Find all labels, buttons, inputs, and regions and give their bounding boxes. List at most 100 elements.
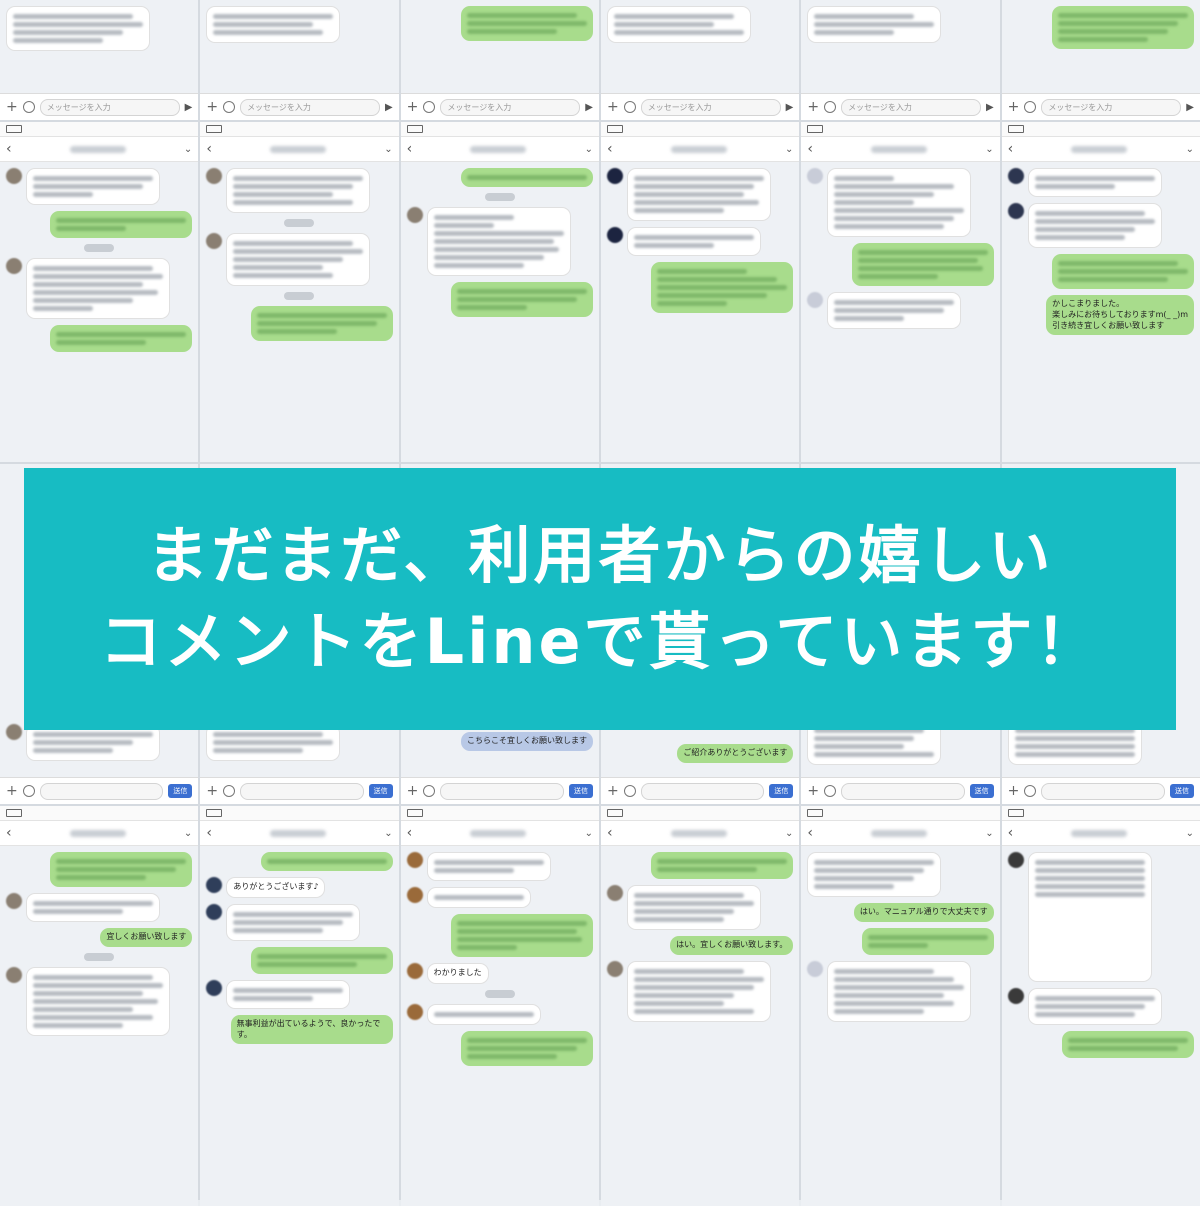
camera-icon[interactable] bbox=[1024, 101, 1037, 113]
camera-icon[interactable] bbox=[22, 101, 35, 113]
plus-icon[interactable]: + bbox=[1008, 100, 1020, 114]
chat-header: ‹ ⌄ bbox=[200, 137, 399, 162]
plus-icon[interactable]: + bbox=[607, 100, 619, 114]
status-bar bbox=[200, 806, 399, 821]
message-input[interactable] bbox=[39, 782, 164, 800]
chevron-down-icon[interactable]: ⌄ bbox=[184, 144, 192, 155]
emoji-icon[interactable] bbox=[623, 785, 636, 797]
camera-icon[interactable] bbox=[223, 101, 236, 113]
send-button[interactable]: 送信 bbox=[368, 784, 393, 798]
message-bubble-blurred bbox=[626, 960, 771, 1022]
chevron-down-icon[interactable]: ⌄ bbox=[985, 828, 993, 839]
emoji-icon[interactable] bbox=[22, 785, 35, 797]
plus-icon[interactable]: + bbox=[807, 100, 819, 114]
camera-icon[interactable] bbox=[824, 101, 837, 113]
chevron-down-icon[interactable]: ⌄ bbox=[785, 144, 793, 155]
chevron-left-icon[interactable]: ‹ bbox=[1008, 826, 1014, 840]
chevron-left-icon[interactable]: ‹ bbox=[807, 142, 813, 156]
message-outgoing bbox=[6, 325, 193, 352]
send-button[interactable]: 送信 bbox=[1169, 784, 1194, 798]
message-input[interactable] bbox=[240, 782, 364, 800]
message-input[interactable]: メッセージを入力 bbox=[841, 98, 981, 116]
message-input[interactable]: メッセージを入力 bbox=[240, 98, 380, 116]
chevron-down-icon[interactable]: ⌄ bbox=[1186, 828, 1194, 839]
chat-screenshot: + メッセージを入力 ▶ bbox=[1001, 0, 1200, 120]
send-button[interactable]: 送信 bbox=[568, 784, 593, 798]
camera-icon[interactable] bbox=[623, 101, 636, 113]
date-divider bbox=[84, 952, 115, 961]
chevron-left-icon[interactable]: ‹ bbox=[206, 142, 212, 156]
chevron-down-icon[interactable]: ⌄ bbox=[1186, 144, 1194, 155]
chevron-down-icon[interactable]: ⌄ bbox=[585, 144, 593, 155]
contact-name-blurred bbox=[270, 145, 327, 153]
battery-icon bbox=[1007, 125, 1024, 133]
message-input[interactable] bbox=[640, 782, 765, 800]
plus-icon[interactable]: + bbox=[607, 784, 619, 798]
send-icon[interactable]: ▶ bbox=[185, 102, 193, 113]
chevron-left-icon[interactable]: ‹ bbox=[807, 826, 813, 840]
message-bubble-blurred bbox=[226, 979, 351, 1009]
plus-icon[interactable]: + bbox=[807, 784, 819, 798]
chat-screenshot: ‹ ⌄ かしこまりました。 楽しみにお待ちしておりますm(_ _)m 引き続き宜し… bbox=[1001, 122, 1200, 462]
plus-icon[interactable]: + bbox=[407, 784, 419, 798]
avatar bbox=[206, 168, 223, 184]
emoji-icon[interactable] bbox=[824, 785, 837, 797]
send-icon[interactable]: ▶ bbox=[585, 102, 593, 113]
avatar bbox=[1007, 203, 1024, 219]
plus-icon[interactable]: + bbox=[206, 100, 218, 114]
send-icon[interactable]: ▶ bbox=[1186, 102, 1194, 113]
emoji-icon[interactable] bbox=[1024, 785, 1037, 797]
send-button[interactable]: 送信 bbox=[969, 784, 994, 798]
message-incoming bbox=[807, 6, 993, 43]
send-button[interactable]: 送信 bbox=[769, 784, 794, 798]
avatar bbox=[606, 227, 623, 243]
message-bubble-blurred bbox=[250, 306, 393, 341]
camera-icon[interactable] bbox=[423, 101, 436, 113]
send-icon[interactable]: ▶ bbox=[786, 102, 794, 113]
chat-screenshot: ‹ ⌄ ありがとうございます♪ 無事利益が出ているようで、良かったです。 bbox=[200, 806, 399, 1206]
message-input[interactable] bbox=[440, 782, 564, 800]
chevron-left-icon[interactable]: ‹ bbox=[407, 826, 413, 840]
chevron-left-icon[interactable]: ‹ bbox=[206, 826, 212, 840]
chevron-down-icon[interactable]: ⌄ bbox=[184, 828, 192, 839]
plus-icon[interactable]: + bbox=[6, 100, 18, 114]
chevron-left-icon[interactable]: ‹ bbox=[607, 826, 613, 840]
battery-icon bbox=[1007, 809, 1024, 817]
emoji-icon[interactable] bbox=[423, 785, 436, 797]
chevron-left-icon[interactable]: ‹ bbox=[1008, 142, 1014, 156]
message-input[interactable] bbox=[1041, 782, 1165, 800]
plus-icon[interactable]: + bbox=[1008, 784, 1020, 798]
chevron-down-icon[interactable]: ⌄ bbox=[585, 828, 593, 839]
battery-icon bbox=[6, 809, 22, 817]
contact-name-blurred bbox=[470, 829, 527, 837]
contact-name-blurred bbox=[1071, 145, 1128, 153]
send-icon[interactable]: ▶ bbox=[385, 102, 393, 113]
plus-icon[interactable]: + bbox=[6, 784, 18, 798]
chevron-down-icon[interactable]: ⌄ bbox=[785, 828, 793, 839]
chevron-left-icon[interactable]: ‹ bbox=[407, 142, 413, 156]
send-button[interactable]: 送信 bbox=[168, 784, 193, 798]
status-bar bbox=[1001, 806, 1200, 821]
chevron-left-icon[interactable]: ‹ bbox=[6, 142, 12, 156]
message-input[interactable]: メッセージを入力 bbox=[39, 98, 180, 116]
chevron-down-icon[interactable]: ⌄ bbox=[985, 144, 993, 155]
message-input-bar: + メッセージを入力 ▶ bbox=[801, 93, 1000, 120]
chevron-down-icon[interactable]: ⌄ bbox=[384, 828, 392, 839]
chevron-left-icon[interactable]: ‹ bbox=[6, 826, 12, 840]
plus-icon[interactable]: + bbox=[206, 784, 218, 798]
chat-screenshot: ‹ ⌄ はい。マニュアル通りで大丈夫です bbox=[801, 806, 1000, 1206]
message-input[interactable]: メッセージを入力 bbox=[1041, 98, 1182, 116]
send-icon[interactable]: ▶ bbox=[986, 102, 994, 113]
avatar bbox=[606, 168, 623, 184]
message-list: 宜しくお願い致します bbox=[0, 846, 198, 1206]
emoji-icon[interactable] bbox=[223, 785, 236, 797]
chat-header: ‹ ⌄ bbox=[600, 137, 800, 162]
plus-icon[interactable]: + bbox=[407, 100, 419, 114]
message-outgoing bbox=[407, 1030, 593, 1066]
chevron-left-icon[interactable]: ‹ bbox=[607, 142, 613, 156]
message-input[interactable]: メッセージを入力 bbox=[640, 98, 781, 116]
message-input[interactable]: メッセージを入力 bbox=[440, 98, 581, 116]
battery-icon bbox=[606, 809, 623, 817]
message-input[interactable] bbox=[841, 782, 965, 800]
chevron-down-icon[interactable]: ⌄ bbox=[384, 144, 392, 155]
